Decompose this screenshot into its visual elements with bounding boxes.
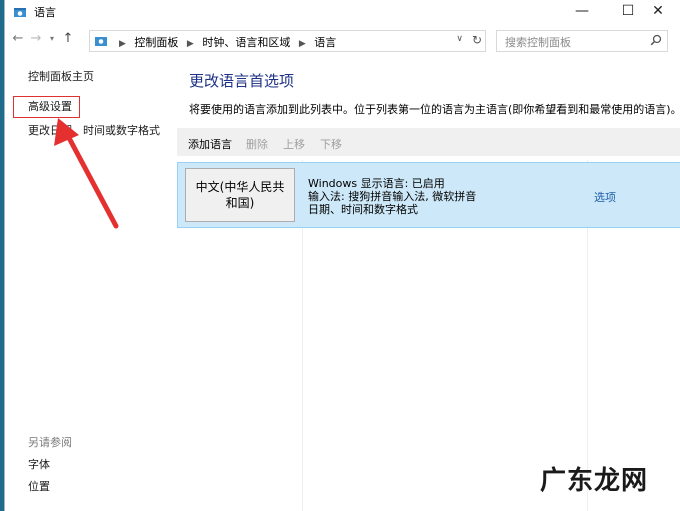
move-down-button[interactable]: 下移 (320, 136, 342, 152)
back-arrow-icon[interactable]: ← (11, 32, 25, 46)
sidebar-link-home[interactable]: 控制面板主页 (28, 68, 94, 84)
language-window: 语言 — ☐ ✕ ← → ▾ ↑ ▶ 控制面板 ▶ 时钟、语言和区域 ▶ 语言 … (4, 0, 680, 511)
breadcrumb: ▶ 控制面板 ▶ 时钟、语言和区域 ▶ 语言 (114, 34, 336, 50)
window-title: 语言 (34, 6, 56, 19)
language-row[interactable]: 中文(中华人民共 和国) Windows 显示语言: 已启用 输入法: 搜狗拼音… (177, 162, 680, 228)
language-toolbar: 添加语言 删除 上移 下移 (177, 128, 680, 156)
search-input[interactable]: 搜索控制面板 (505, 34, 571, 50)
sidebar: 控制面板主页 高级设置 更改日期、时间或数字格式 另请参阅 字体 位置 (5, 56, 175, 511)
sidebar-link-advanced-settings[interactable]: 高级设置 (28, 98, 72, 114)
language-name-line: 和国) (225, 196, 255, 210)
breadcrumb-control-panel[interactable]: 控制面板 (134, 36, 178, 49)
sidebar-link-fonts[interactable]: 字体 (28, 456, 50, 472)
control-panel-icon (95, 37, 107, 46)
see-also-heading: 另请参阅 (28, 436, 72, 449)
chevron-right-icon: ▶ (119, 39, 126, 49)
language-list: 中文(中华人民共 和国) Windows 显示语言: 已启用 输入法: 搜狗拼音… (177, 160, 680, 511)
chevron-right-icon[interactable]: ▶ (187, 39, 194, 49)
language-details: Windows 显示语言: 已启用 输入法: 搜狗拼音输入法, 微软拼音 日期、… (308, 177, 476, 216)
date-time-number-format: 日期、时间和数字格式 (308, 203, 418, 216)
search-icon[interactable] (650, 34, 662, 46)
remove-button[interactable]: 删除 (246, 136, 268, 152)
breadcrumb-language[interactable]: 语言 (314, 36, 336, 49)
navigation-bar: ← → ▾ ↑ ▶ 控制面板 ▶ 时钟、语言和区域 ▶ 语言 ∨ ↻ 搜索控制面… (5, 26, 680, 54)
search-box[interactable]: 搜索控制面板 (496, 30, 668, 52)
close-button[interactable]: ✕ (635, 0, 680, 24)
recent-locations-chevron-icon[interactable]: ▾ (45, 32, 59, 46)
minimize-button[interactable]: — (559, 0, 605, 24)
refresh-icon[interactable]: ↻ (472, 33, 482, 47)
up-arrow-icon[interactable]: ↑ (61, 32, 75, 46)
sidebar-link-date-time-format[interactable]: 更改日期、时间或数字格式 (28, 122, 160, 138)
display-language-status: Windows 显示语言: 已启用 (308, 177, 445, 190)
page-title: 更改语言首选项 (189, 72, 295, 90)
language-name-line: 中文(中华人民共 (195, 180, 285, 194)
chevron-down-icon[interactable]: ∨ (456, 34, 463, 44)
add-language-button[interactable]: 添加语言 (188, 136, 232, 152)
language-options-link[interactable]: 选项 (594, 189, 616, 205)
move-up-button[interactable]: 上移 (283, 136, 305, 152)
address-bar[interactable]: ▶ 控制面板 ▶ 时钟、语言和区域 ▶ 语言 ∨ ↻ (89, 30, 486, 52)
control-panel-icon (14, 8, 26, 17)
chevron-right-icon[interactable]: ▶ (299, 39, 306, 49)
breadcrumb-clock-language-region[interactable]: 时钟、语言和区域 (202, 36, 290, 49)
sidebar-link-location[interactable]: 位置 (28, 478, 50, 494)
page-description: 将要使用的语言添加到此列表中。位于列表第一位的语言为主语言(即你希望看到和最常使… (189, 103, 680, 116)
language-name-button[interactable]: 中文(中华人民共 和国) (185, 168, 295, 222)
title-bar: 语言 — ☐ ✕ (5, 0, 680, 24)
watermark-text: 广东龙网 (540, 466, 649, 496)
forward-arrow-icon[interactable]: → (29, 32, 43, 46)
input-methods: 输入法: 搜狗拼音输入法, 微软拼音 (308, 190, 477, 203)
